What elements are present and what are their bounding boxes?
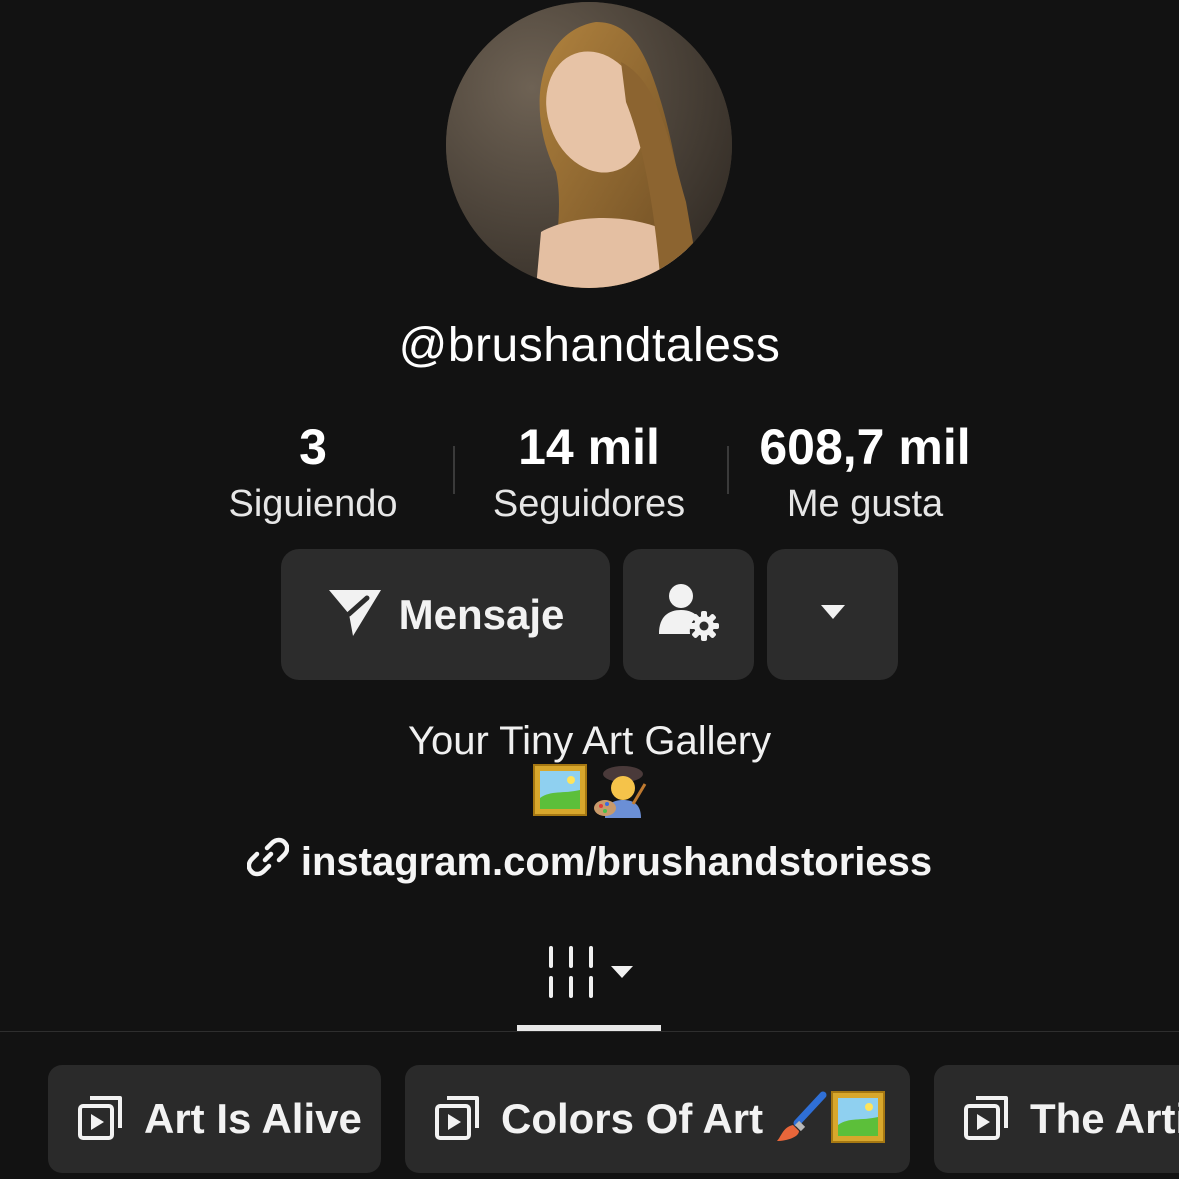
playlist-art-is-alive[interactable]: Art Is Alive [48,1065,381,1173]
playlist-icon [962,1092,1012,1147]
following-label: Siguiendo [228,483,398,525]
paintbrush-emoji [775,1091,827,1148]
playlist-colors-of-art[interactable]: Colors Of Art [405,1065,910,1173]
portrait-painting-image [446,2,732,288]
playlist-the-arti[interactable]: The Arti [934,1065,1179,1173]
user-settings-button[interactable] [623,549,754,680]
caret-down-icon [819,603,847,626]
message-button[interactable]: Mensaje [281,549,610,680]
more-options-button[interactable] [767,549,898,680]
playlist-label: Colors Of Art [501,1095,764,1142]
stat-following[interactable]: 3 Siguiendo [183,418,443,528]
link-text: instagram.com/brushandstoriess [300,839,933,884]
stat-divider [453,446,455,494]
caret-down-icon[interactable] [609,964,635,985]
username: @brushandtaless [398,319,781,372]
bio-text: Your Tiny Art Gallery [407,719,772,763]
followers-label: Seguidores [492,483,686,525]
profile-link[interactable]: instagram.com/brushandstoriess [0,836,1179,888]
stat-followers[interactable]: 14 mil Seguidores [459,418,719,528]
following-count: 3 [299,419,327,475]
artist-emoji [593,764,647,823]
videos-grid-icon [547,946,597,1003]
stat-likes[interactable]: 608,7 mil Me gusta [735,418,995,528]
user-gear-icon [658,582,719,647]
playlist-label: Art Is Alive [144,1095,362,1142]
message-label: Mensaje [398,590,565,638]
followers-count: 14 mil [518,419,660,475]
playlist-emojis [775,1090,886,1148]
framed-picture-emoji [533,764,587,823]
profile-avatar[interactable] [446,2,732,288]
framed-picture-emoji [831,1090,886,1148]
link-icon [246,836,301,888]
likes-count: 608,7 mil [759,419,971,475]
playlist-label: The Arti [1030,1095,1179,1142]
playlist-icon [433,1092,483,1147]
likes-label: Me gusta [786,483,944,525]
playlist-icon [76,1092,126,1147]
bio-emojis [533,764,647,823]
stat-divider [727,446,729,494]
tab-divider [0,1031,1179,1032]
send-icon [327,586,383,643]
tab-videos[interactable] [517,936,661,1032]
